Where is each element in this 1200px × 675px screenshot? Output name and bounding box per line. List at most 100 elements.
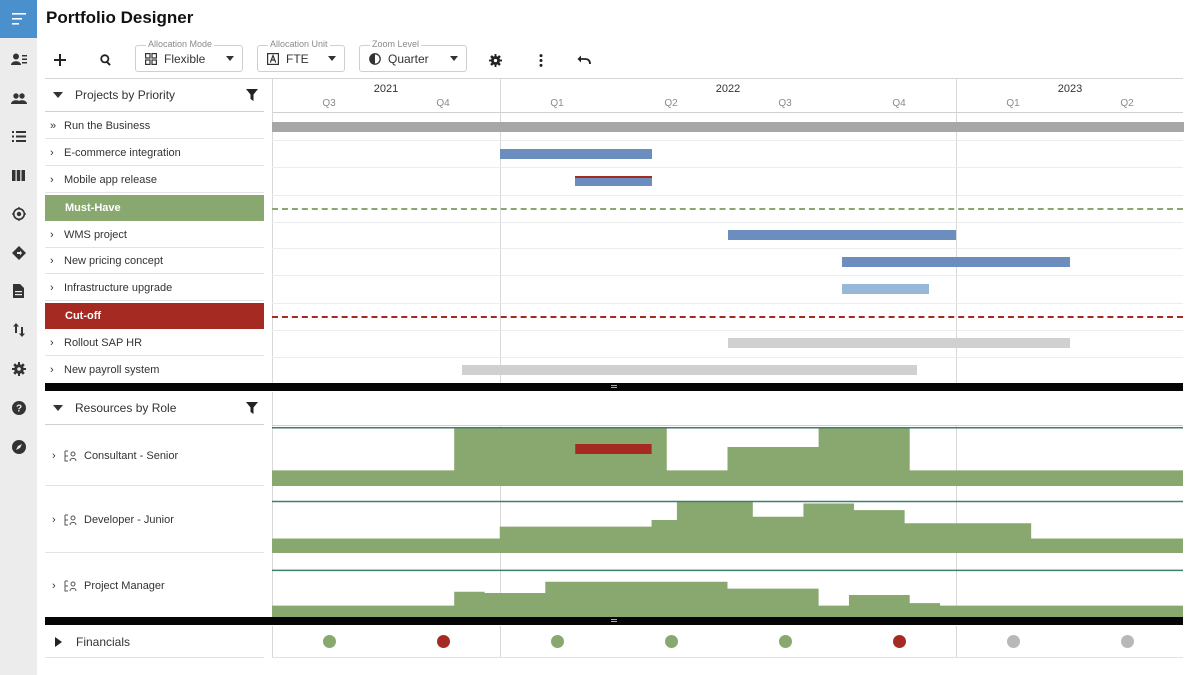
financial-status-dot[interactable] bbox=[778, 635, 792, 648]
priority-band-cut-off[interactable]: Cut-off bbox=[45, 303, 264, 329]
gantt-bar[interactable] bbox=[842, 257, 1070, 267]
project-row-wms[interactable]: › WMS project bbox=[45, 222, 264, 248]
settings-button[interactable] bbox=[483, 48, 507, 72]
timeline-divider bbox=[500, 425, 501, 617]
gantt-bar[interactable] bbox=[272, 122, 1184, 132]
row-gridline bbox=[272, 330, 1183, 331]
gantt-bar[interactable] bbox=[728, 230, 956, 240]
gantt-bar[interactable] bbox=[842, 284, 929, 294]
people-icon[interactable] bbox=[0, 88, 37, 108]
role-icon bbox=[64, 580, 77, 591]
help-icon[interactable]: ? bbox=[0, 398, 37, 418]
splitter-bar[interactable] bbox=[45, 617, 1183, 625]
chevron-right-icon[interactable]: › bbox=[50, 282, 64, 294]
diamond-direction-icon[interactable] bbox=[0, 243, 37, 263]
gear-icon bbox=[488, 53, 502, 67]
timeline-divider bbox=[956, 626, 957, 658]
more-options-button[interactable] bbox=[529, 48, 553, 72]
splitter-bar[interactable] bbox=[45, 383, 1183, 391]
nav-rail: ? bbox=[0, 0, 37, 675]
chevron-right-icon[interactable]: › bbox=[50, 174, 64, 186]
chevron-right-icon[interactable]: › bbox=[50, 337, 64, 349]
target-icon[interactable] bbox=[0, 204, 37, 224]
user-list-icon[interactable] bbox=[0, 49, 37, 69]
compass-icon[interactable] bbox=[0, 437, 37, 457]
double-chevron-right-icon[interactable]: » bbox=[50, 120, 64, 132]
project-label: New payroll system bbox=[64, 364, 160, 376]
resource-label: Project Manager bbox=[84, 579, 165, 592]
zoom-level-value: Quarter bbox=[388, 51, 429, 66]
financial-status-dot[interactable] bbox=[1120, 635, 1134, 648]
zoom-level-select[interactable]: Zoom Level Quarter bbox=[359, 39, 467, 72]
gantt-bar[interactable] bbox=[500, 149, 652, 159]
collapse-triangle-icon[interactable] bbox=[53, 92, 63, 98]
settings-icon[interactable] bbox=[0, 359, 37, 379]
financial-status-dot[interactable] bbox=[550, 635, 564, 648]
chevron-right-icon[interactable]: › bbox=[50, 364, 64, 376]
timeline-divider bbox=[272, 626, 273, 658]
chevron-right-icon[interactable]: › bbox=[52, 450, 64, 462]
add-button[interactable] bbox=[48, 48, 72, 72]
undo-button[interactable] bbox=[572, 48, 596, 72]
resource-label: Consultant - Senior bbox=[84, 449, 179, 462]
contrast-icon bbox=[368, 52, 382, 66]
filter-icon[interactable] bbox=[246, 402, 258, 414]
project-label: Infrastructure upgrade bbox=[64, 281, 173, 294]
row-gridline bbox=[272, 195, 1183, 196]
project-row-run-the-business[interactable]: » Run the Business bbox=[45, 113, 264, 139]
swap-vertical-icon[interactable] bbox=[0, 320, 37, 340]
allocation-mode-select[interactable]: Allocation Mode Flexible bbox=[135, 39, 243, 72]
menu-icon bbox=[11, 13, 26, 25]
quarter-label: Q1 bbox=[550, 98, 564, 109]
chevron-right-icon[interactable]: › bbox=[50, 255, 64, 267]
timeline-divider bbox=[500, 626, 501, 658]
gantt-bar[interactable] bbox=[728, 338, 1070, 348]
list-icon[interactable] bbox=[0, 126, 37, 146]
row-gridline bbox=[272, 222, 1183, 223]
financial-status-dot[interactable] bbox=[436, 635, 450, 648]
filter-icon[interactable] bbox=[246, 89, 258, 101]
project-row-ecommerce[interactable]: › E-commerce integration bbox=[45, 140, 264, 166]
splitter-grip-icon[interactable] bbox=[611, 619, 617, 622]
chevron-right-icon[interactable]: › bbox=[50, 229, 64, 241]
splitter-grip-icon[interactable] bbox=[611, 385, 617, 388]
search-button[interactable] bbox=[94, 48, 118, 72]
role-icon bbox=[64, 450, 77, 461]
financials-header[interactable]: Financials bbox=[45, 626, 264, 658]
resource-row-consultant[interactable]: › Consultant - Senior bbox=[45, 426, 264, 486]
project-row-infrastructure[interactable]: › Infrastructure upgrade bbox=[45, 275, 264, 301]
quarter-label: Q2 bbox=[664, 98, 678, 109]
quarter-label: Q3 bbox=[322, 98, 336, 109]
priority-band-must-have[interactable]: Must-Have bbox=[45, 195, 264, 221]
allocation-unit-select[interactable]: Allocation Unit FTE bbox=[257, 39, 345, 72]
project-label: E-commerce integration bbox=[64, 146, 181, 159]
document-icon[interactable] bbox=[0, 281, 37, 301]
resources-header: Resources by Role bbox=[45, 392, 264, 425]
financial-status-dot[interactable] bbox=[1006, 635, 1020, 648]
grid-icon bbox=[144, 52, 158, 66]
financial-status-dot[interactable] bbox=[892, 635, 906, 648]
expand-triangle-icon[interactable] bbox=[55, 636, 62, 647]
gantt-bar[interactable] bbox=[575, 176, 652, 186]
more-vertical-icon bbox=[539, 53, 543, 67]
gantt-bar[interactable] bbox=[462, 365, 918, 375]
project-row-pricing[interactable]: › New pricing concept bbox=[45, 248, 264, 274]
chevron-right-icon[interactable]: › bbox=[50, 147, 64, 159]
undo-icon bbox=[577, 55, 591, 65]
collapse-triangle-icon[interactable] bbox=[53, 405, 63, 411]
menu-button[interactable] bbox=[0, 0, 37, 38]
chevron-down-icon bbox=[226, 56, 234, 61]
chevron-right-icon[interactable]: › bbox=[52, 580, 64, 592]
financial-status-dot[interactable] bbox=[322, 635, 336, 648]
chevron-right-icon[interactable]: › bbox=[52, 514, 64, 526]
project-label: Run the Business bbox=[64, 119, 151, 132]
resource-row-developer[interactable]: › Developer - Junior bbox=[45, 487, 264, 553]
project-row-sap-hr[interactable]: › Rollout SAP HR bbox=[45, 330, 264, 356]
quarter-label: Q4 bbox=[436, 98, 450, 109]
priority-cutoff-line bbox=[272, 316, 1183, 318]
project-row-mobile-app[interactable]: › Mobile app release bbox=[45, 167, 264, 193]
project-row-payroll[interactable]: › New payroll system bbox=[45, 357, 264, 383]
resource-row-project-manager[interactable]: › Project Manager bbox=[45, 554, 264, 617]
columns-icon[interactable] bbox=[0, 165, 37, 185]
financial-status-dot[interactable] bbox=[664, 635, 678, 648]
